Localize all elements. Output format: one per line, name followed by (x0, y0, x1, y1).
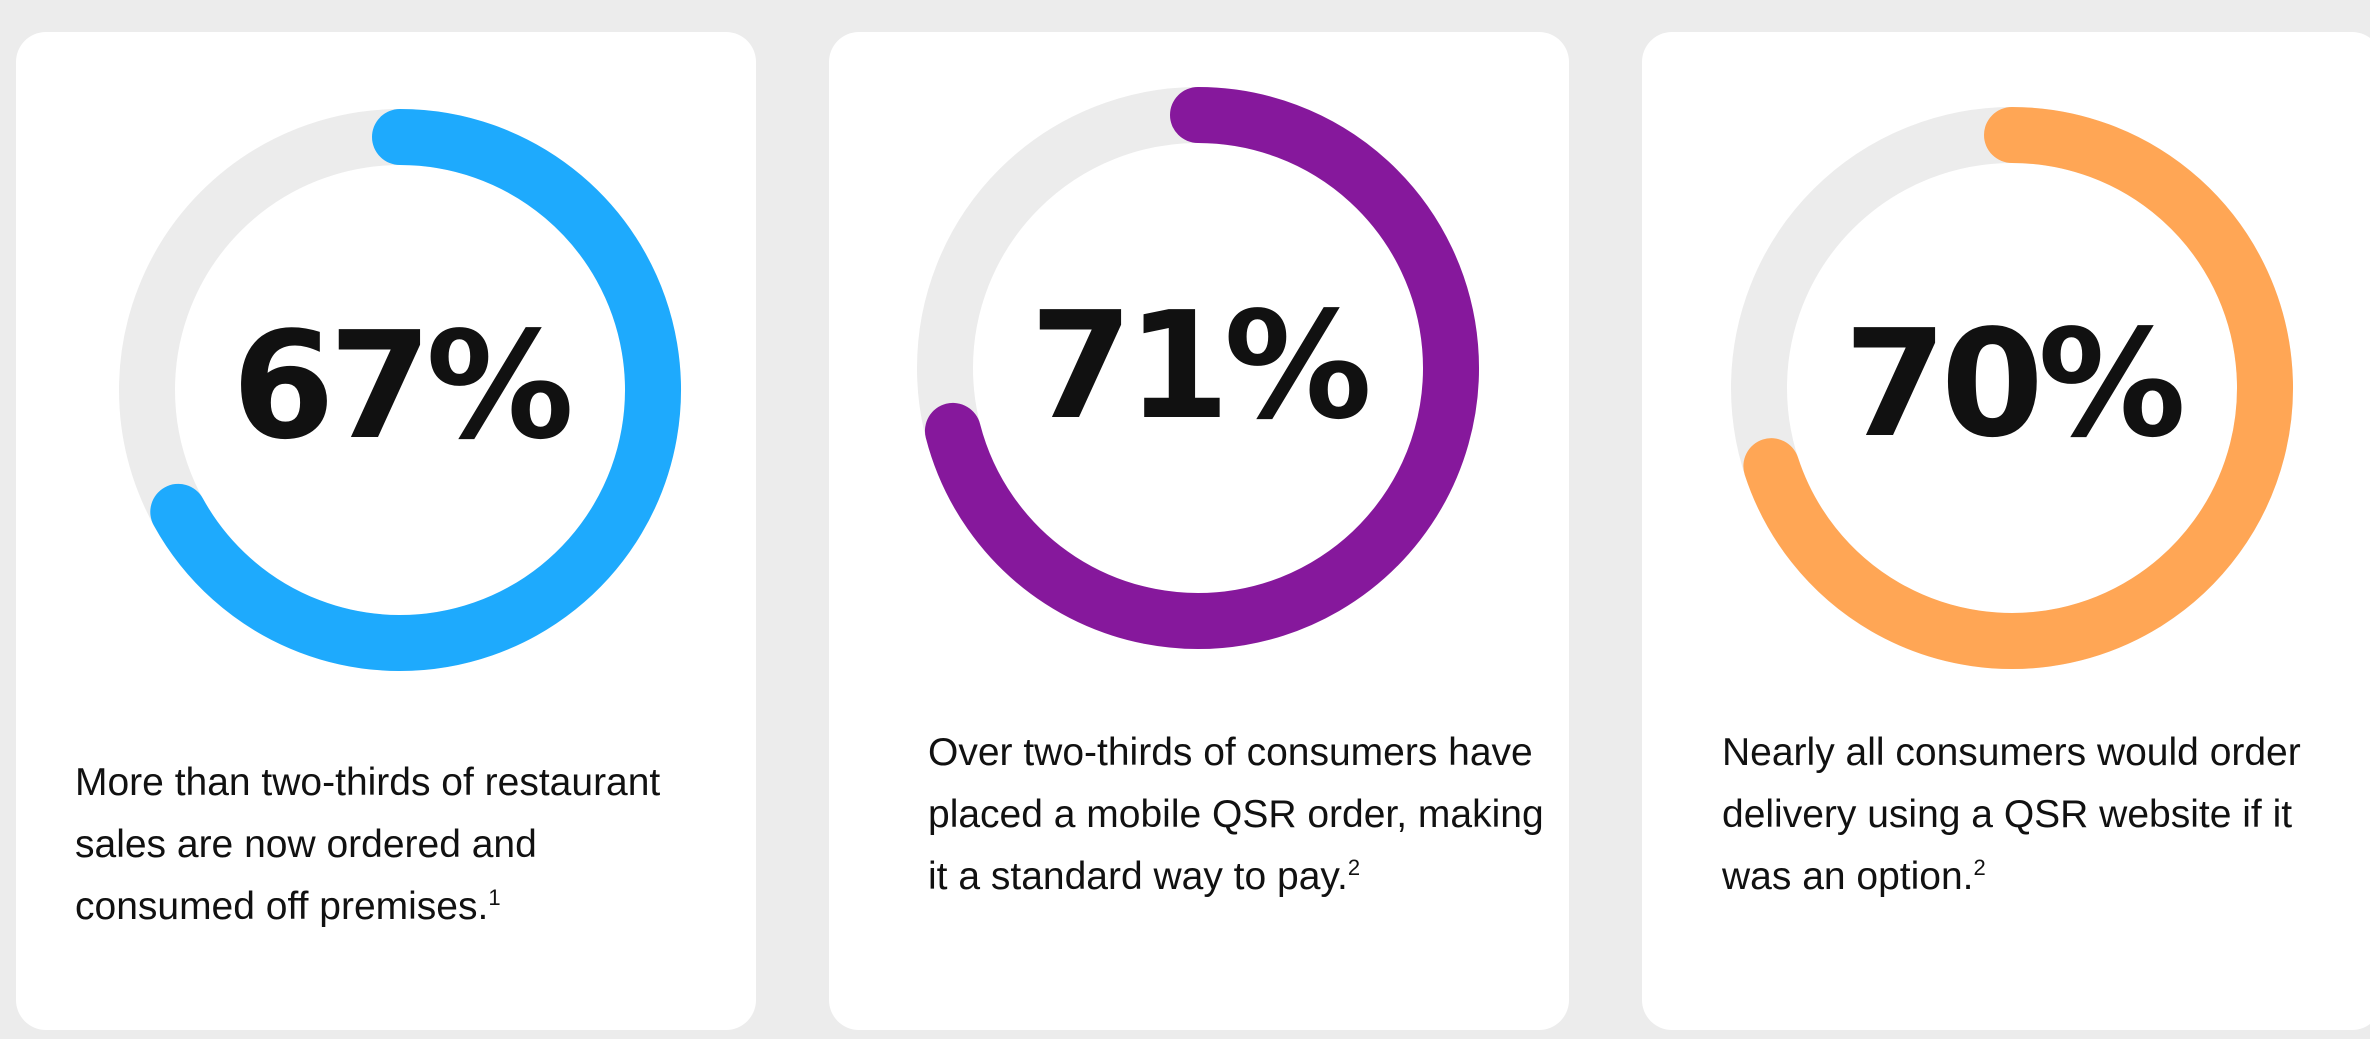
footnote-marker-2: 2 (1347, 855, 1361, 880)
stat-description-text-1: More than two-thirds of restaurant sales… (75, 761, 661, 928)
footnote-marker-3: 2 (1973, 855, 1986, 880)
percent-value-2: 71% (1029, 280, 1372, 452)
stat-card-1: 67% More than two-thirds of restaurant s… (16, 32, 756, 1030)
stat-description-2: Over two-thirds of consumers have placed… (928, 722, 1568, 908)
donut-chart-3: 70% (1712, 88, 2312, 688)
percent-value-3: 70% (1843, 298, 2186, 470)
percent-value-1: 67% (231, 300, 574, 472)
footnote-marker-1: 1 (488, 885, 501, 910)
stat-description-3: Nearly all consumers would order deliver… (1722, 722, 2362, 908)
stat-card-3: 70% Nearly all consumers would order del… (1642, 32, 2370, 1030)
stat-description-text-2: Over two-thirds of consumers have placed… (928, 731, 1544, 898)
donut-chart-1: 67% (100, 90, 700, 690)
stat-card-2: 71% Over two-thirds of consumers have pl… (829, 32, 1569, 1030)
donut-chart-2: 71% (898, 68, 1498, 668)
stat-description-1: More than two-thirds of restaurant sales… (75, 752, 715, 938)
stat-description-text-3: Nearly all consumers would order deliver… (1722, 731, 2301, 898)
